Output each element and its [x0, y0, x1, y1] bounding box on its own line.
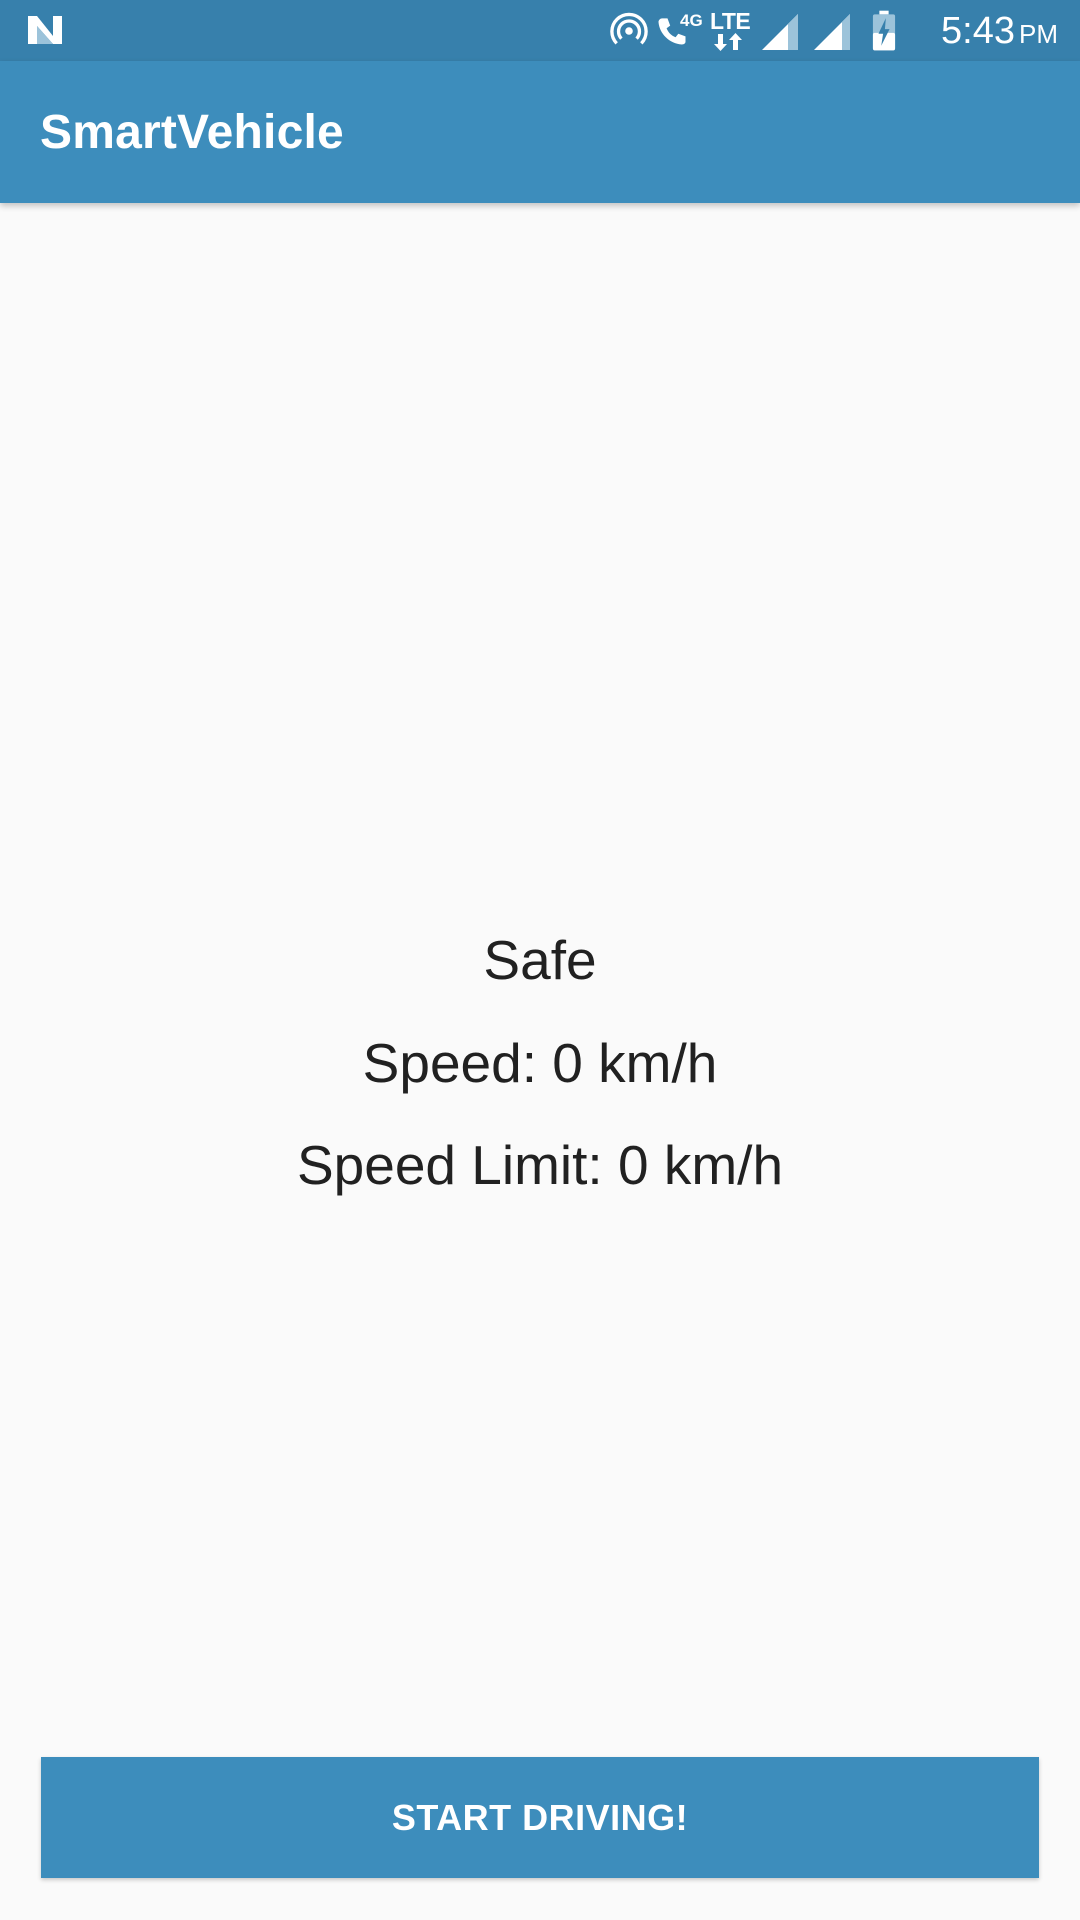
battery-charging-icon [872, 10, 896, 51]
notification-n-icon [28, 16, 62, 44]
safety-status-text: Safe [483, 929, 597, 991]
lte-data-icon [714, 33, 742, 51]
network-lte-label: LTE [710, 8, 751, 34]
status-bar: 4G LTE 5:43 PM [0, 0, 1080, 61]
start-driving-button[interactable]: START DRIVING! [41, 1757, 1039, 1878]
app-title: SmartVehicle [40, 106, 344, 159]
status-clock: 5:43 PM [941, 10, 1058, 53]
signal-icon [762, 14, 798, 50]
signal-icon [814, 14, 850, 50]
speed-text: Speed: 0 km/h [362, 1032, 718, 1094]
network-4g-label: 4G [680, 11, 703, 30]
speed-limit-text: Speed Limit: 0 km/h [296, 1134, 784, 1196]
clock-ampm: PM [1019, 19, 1058, 49]
app-bar: SmartVehicle [0, 61, 1080, 203]
clock-time: 5:43 [941, 10, 1015, 52]
hotspot-icon [610, 12, 648, 45]
